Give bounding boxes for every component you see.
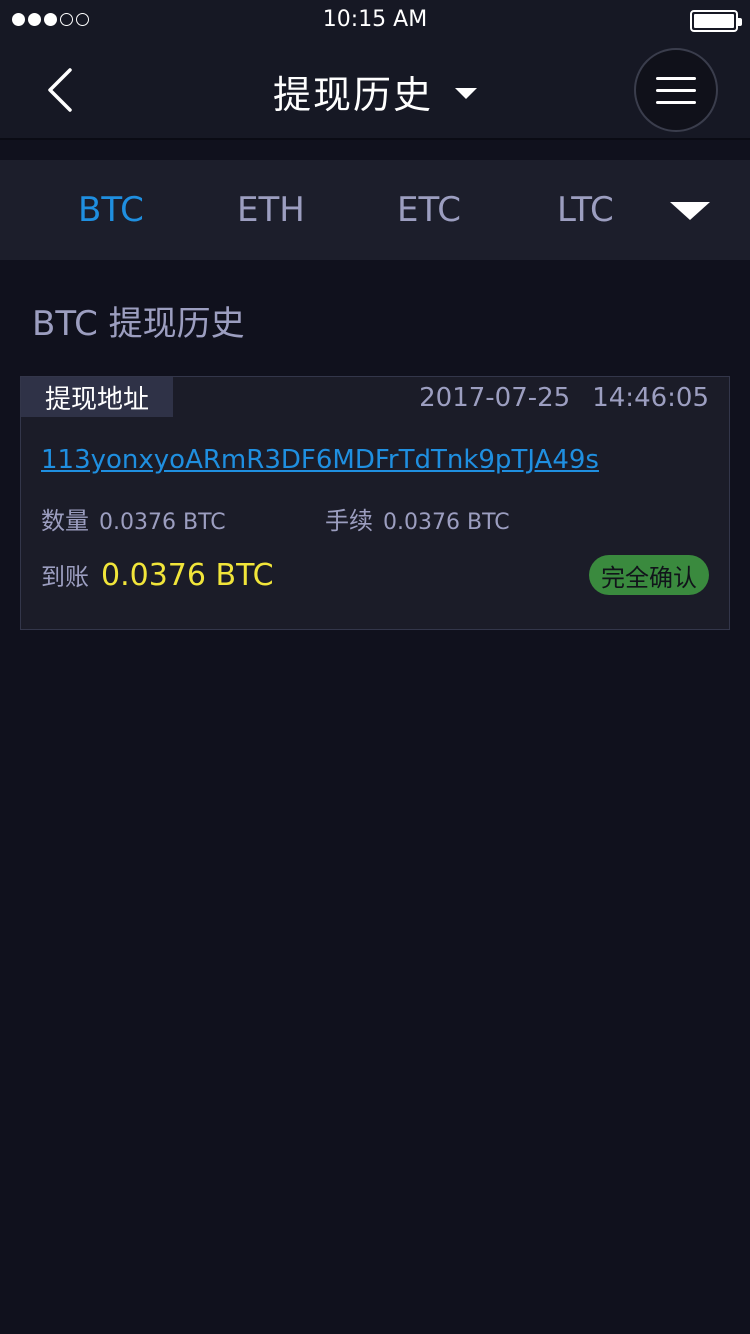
received-value: 0.0376 BTC bbox=[101, 558, 274, 593]
nav-bar: 提现历史 bbox=[0, 42, 750, 140]
caret-down-icon bbox=[670, 202, 710, 220]
amount-label: 数量 bbox=[41, 507, 89, 535]
more-coins-button[interactable] bbox=[630, 160, 750, 260]
battery-icon bbox=[690, 10, 742, 32]
tab-btc[interactable]: BTC bbox=[78, 190, 144, 230]
record-timestamp: 2017-07-25 14:46:05 bbox=[419, 383, 709, 413]
withdrawal-address-link[interactable]: 113yonxyoARmR3DF6MDFrTdTnk9pTJA49s bbox=[41, 445, 599, 475]
menu-button[interactable] bbox=[634, 48, 718, 132]
fee-stat: 手续 0.0376 BTC bbox=[325, 501, 510, 536]
tab-ltc[interactable]: LTC bbox=[557, 190, 614, 230]
received-stat: 到账 0.0376 BTC bbox=[41, 557, 274, 593]
hamburger-menu-icon bbox=[656, 76, 696, 80]
tab-eth[interactable]: ETH bbox=[237, 190, 305, 230]
fee-value: 0.0376 BTC bbox=[383, 510, 510, 535]
record-time: 14:46:05 bbox=[592, 383, 709, 413]
caret-down-icon bbox=[455, 88, 477, 99]
status-bar: 10:15 AM bbox=[0, 0, 750, 42]
fee-label: 手续 bbox=[325, 507, 373, 535]
section-title: BTC 提现历史 bbox=[32, 304, 245, 344]
tab-etc[interactable]: ETC bbox=[397, 190, 461, 230]
record-date: 2017-07-25 bbox=[419, 383, 571, 413]
status-badge: 完全确认 bbox=[589, 555, 709, 595]
withdrawal-record-card: 提现地址 2017-07-25 14:46:05 113yonxyoARmR3D… bbox=[20, 376, 730, 630]
page-title: 提现历史 bbox=[272, 73, 433, 117]
coin-tab-bar: BTC ETH ETC LTC bbox=[0, 160, 750, 260]
status-time: 10:15 AM bbox=[322, 7, 428, 32]
amount-value: 0.0376 BTC bbox=[99, 510, 226, 535]
received-label: 到账 bbox=[41, 563, 89, 591]
amount-stat: 数量 0.0376 BTC bbox=[41, 501, 226, 536]
address-label: 提现地址 bbox=[21, 377, 173, 417]
